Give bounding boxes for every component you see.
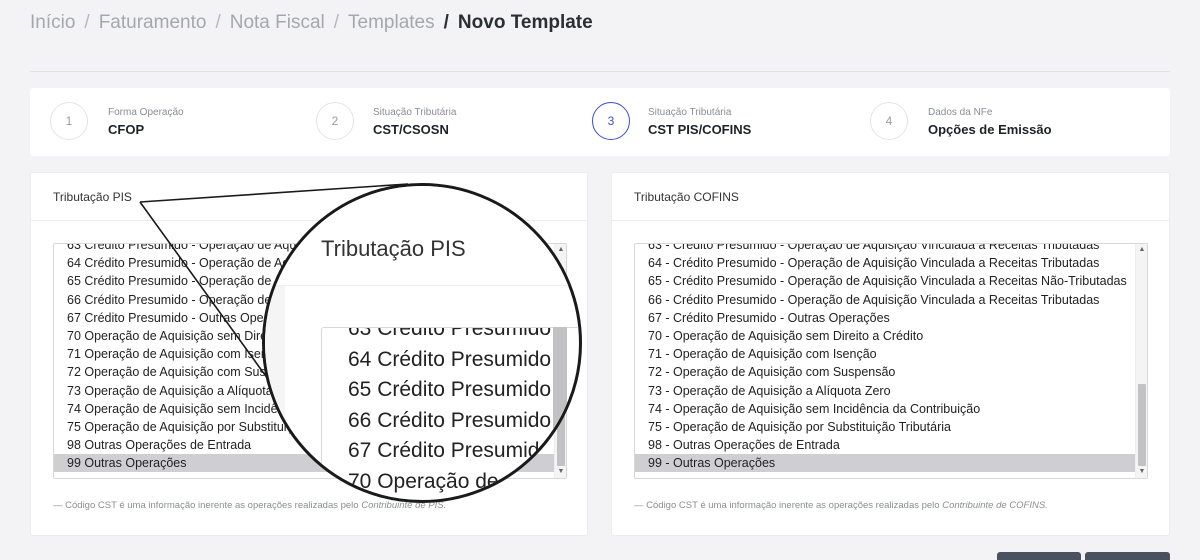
- step-caption: Situação Tributária: [648, 107, 732, 118]
- breadcrumb-templates[interactable]: Templates: [348, 12, 435, 33]
- list-item[interactable]: 99 - Outras Operações: [635, 454, 1135, 473]
- list-item[interactable]: 74 - Operação de Aquisição sem Incidênci…: [635, 400, 1135, 418]
- step-title: CST/CSOSN: [373, 122, 449, 137]
- step-number: 2: [316, 102, 354, 140]
- breadcrumb-inicio[interactable]: Início: [30, 12, 75, 33]
- breadcrumb-separator: /: [333, 12, 340, 33]
- cofins-note-emphasis: Contribuinte de COFINS.: [942, 500, 1048, 511]
- step-number: 3: [592, 102, 630, 140]
- cofins-options: 63 - Crédito Presumido - Operação de Aqu…: [635, 244, 1135, 473]
- list-item[interactable]: 73 - Operação de Aquisição a Alíquota Ze…: [635, 382, 1135, 400]
- list-item[interactable]: 70 - Operação de Aquisição sem Direito a…: [635, 327, 1135, 345]
- list-item: 67 Crédito Presumido: [348, 439, 552, 462]
- magnifier-options: 63 Crédito Presumido 64 Crédito Presumido…: [322, 327, 582, 497]
- scroll-thumb[interactable]: [1138, 384, 1146, 466]
- list-item: 65 Crédito Presumido: [348, 378, 552, 401]
- list-item[interactable]: 63 - Crédito Presumido - Operação de Aqu…: [635, 244, 1135, 254]
- magnifier-background: [265, 286, 285, 500]
- breadcrumb-separator: /: [84, 12, 90, 33]
- list-item[interactable]: 98 - Outras Operações de Entrada: [635, 436, 1135, 454]
- wizard-steps: 1 Forma Operação CFOP 2 Situação Tributá…: [30, 88, 1170, 156]
- scroll-up-icon[interactable]: ▲: [1136, 244, 1147, 256]
- divider: [30, 71, 1170, 72]
- list-item[interactable]: 67 - Crédito Presumido - Outras Operaçõe…: [635, 309, 1135, 327]
- cofins-panel-title: Tributação COFINS: [612, 173, 1169, 221]
- list-item: 70 Operação de Aquisição: [348, 469, 582, 493]
- breadcrumb-separator: /: [443, 12, 449, 33]
- list-item[interactable]: 75 - Operação de Aquisição por Substitui…: [635, 418, 1135, 436]
- magnifier-title: Tributação PIS: [321, 236, 466, 261]
- scroll-down-icon[interactable]: ▼: [1136, 466, 1147, 478]
- breadcrumb-separator: /: [215, 12, 221, 33]
- step-caption: Dados da NFe: [928, 107, 993, 118]
- next-button[interactable]: [1085, 552, 1170, 560]
- list-item: 64 Crédito Presumido: [348, 347, 552, 371]
- step-title: Opções de Emissão: [928, 122, 1052, 137]
- cofins-note: — Código CST é uma informação inerente a…: [634, 500, 1048, 511]
- cofins-panel: Tributação COFINS 63 - Crédito Presumido…: [611, 172, 1170, 536]
- step-caption: Forma Operação: [108, 107, 184, 118]
- list-item[interactable]: 65 - Crédito Presumido - Operação de Aqu…: [635, 272, 1135, 290]
- breadcrumb-faturamento[interactable]: Faturamento: [99, 12, 207, 33]
- breadcrumb-nota-fiscal[interactable]: Nota Fiscal: [230, 12, 325, 33]
- step-number: 1: [50, 102, 88, 140]
- list-item[interactable]: 71 - Operação de Aquisição com Isenção: [635, 345, 1135, 363]
- magnifier-header: Tributação PIS: [265, 186, 579, 286]
- cofins-scrollbar[interactable]: ▲ ▼: [1135, 244, 1147, 478]
- page-title: Novo Template: [457, 12, 593, 33]
- list-item[interactable]: 66 - Crédito Presumido - Operação de Aqu…: [635, 291, 1135, 309]
- list-item: 66 Crédito Presumido: [348, 408, 552, 432]
- magnifier-scroll-thumb: [553, 327, 567, 467]
- breadcrumb: Início / Faturamento / Nota Fiscal / Templates…: [30, 12, 593, 34]
- list-item[interactable]: 72 - Operação de Aquisição com Suspensão: [635, 363, 1135, 381]
- pis-note: — Código CST é uma informação inerente a…: [53, 500, 447, 511]
- magnifier-list: 63 Crédito Presumido 64 Crédito Presumido…: [321, 327, 582, 500]
- back-button[interactable]: [997, 552, 1081, 560]
- cofins-select[interactable]: 63 - Crédito Presumido - Operação de Aqu…: [634, 243, 1148, 479]
- step-number: 4: [870, 102, 908, 140]
- step-caption: Situação Tributária: [373, 107, 457, 118]
- list-item: 63 Crédito Presumido: [348, 327, 552, 340]
- list-item[interactable]: 64 - Crédito Presumido - Operação de Aqu…: [635, 254, 1135, 272]
- step-title: CFOP: [108, 122, 145, 137]
- step-title: CST PIS/COFINS: [648, 122, 752, 137]
- magnifier-lens: Tributação PIS 63 Crédito Presumido 64 Cr…: [262, 183, 582, 503]
